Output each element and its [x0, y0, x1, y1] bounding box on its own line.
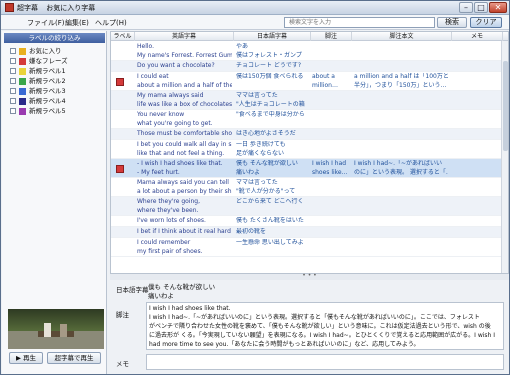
detail-memo-label: メモ — [116, 360, 129, 368]
column-header-english[interactable]: 英語字幕 — [135, 32, 234, 41]
label-sidebar: ラベルの絞り込み お気に入り 嫌なフレーズ 新規ラベル1 新規ラベル2 新規ラベ… — [2, 31, 107, 374]
cell-english: - I wish I had shoes like that. - My fee… — [137, 160, 223, 176]
scroll-thumb[interactable] — [503, 61, 508, 151]
cell-japanese: 一生懸命 思い出してみよ — [236, 239, 304, 246]
minimize-button[interactable]: – — [459, 2, 473, 13]
cell-japanese: 最初の靴を — [236, 228, 267, 235]
maximize-button[interactable]: □ — [474, 2, 488, 13]
label-color-swatch — [19, 98, 26, 105]
column-header-japanese[interactable]: 日本語字幕 — [234, 32, 311, 41]
table-row[interactable]: Where they're going, where they've been.… — [111, 197, 508, 216]
cell-english: I could remember my first pair of shoes. — [137, 239, 203, 255]
cell-english: I could eat about a million and a half o… — [137, 73, 232, 89]
table-row[interactable]: I could remember my first pair of shoes.… — [111, 238, 508, 257]
label-color-swatch — [19, 68, 26, 75]
cell-english: I bet you could walk all day in sl like … — [137, 141, 232, 157]
column-header-note[interactable]: 脚注 — [311, 32, 352, 41]
subtitle-table: ラベル 英語字幕 日本語字幕 脚注 脚注本文 メモ Hello. My name… — [110, 31, 509, 274]
table-header: ラベル 英語字幕 日本語字幕 脚注 脚注本文 メモ — [111, 32, 508, 41]
checkbox[interactable] — [10, 68, 16, 74]
window-title: 超字幕 お気に入り字幕 — [17, 3, 95, 13]
play-button[interactable]: ▶ 再生 — [9, 352, 43, 364]
cell-english: My mama always said life was like a box … — [137, 92, 232, 108]
cell-japanese: はき心地がよさそうだ — [236, 130, 296, 137]
table-row[interactable]: I bet if I think about it real hard 最初の靴を — [111, 227, 508, 238]
cell-english: I bet if I think about it real hard — [137, 228, 231, 235]
cell-japanese: 僕も そんな靴が欲しい 痛いわよ — [236, 160, 298, 176]
table-row[interactable]: You never know what you're going to get.… — [111, 110, 508, 129]
label-color-swatch — [19, 58, 26, 65]
label-color-swatch — [19, 108, 26, 115]
label-filter-header: ラベルの絞り込み — [4, 33, 105, 43]
cell-japanese: チョコレート どうです? — [236, 62, 302, 69]
cell-japanese: やあ 僕はフォレスト・ガンプ — [236, 43, 302, 59]
cell-japanese: どこから来て どこへ行く — [236, 198, 304, 205]
detail-ja-label: 日本語字幕 — [116, 286, 149, 294]
checkbox[interactable] — [10, 48, 16, 54]
detail-pane: 日本語字幕 僕も そんな靴が欲しい 痛いわよ 脚注 I wish I had s… — [110, 280, 509, 374]
row-label-swatch — [116, 164, 124, 173]
checkbox[interactable] — [10, 78, 16, 84]
label-color-swatch — [19, 78, 26, 85]
table-row[interactable]: I bet you could walk all day in sl like … — [111, 140, 508, 159]
cell-english: Where they're going, where they've been. — [137, 198, 201, 214]
app-name: 超字幕 — [17, 4, 38, 12]
checkbox[interactable] — [10, 58, 16, 64]
detail-ja-text: 僕も そんな靴が欲しい 痛いわよ — [148, 283, 216, 300]
memo-field[interactable] — [146, 354, 504, 370]
table-row[interactable]: Hello. My name's Forrest. Forrest Gum やあ … — [111, 42, 508, 61]
cell-japanese: ママは言ってた "人生はチョコレートの箱 — [236, 92, 305, 108]
search-button[interactable]: 検索 — [437, 17, 467, 28]
title-bar: 超字幕 お気に入り字幕 – □ ✕ — [1, 1, 509, 15]
column-header-memo[interactable]: メモ — [452, 32, 503, 41]
cell-english: Hello. My name's Forrest. Forrest Gum — [137, 43, 232, 59]
cell-japanese: "食べるまで中身は分から — [236, 111, 305, 118]
detail-note-box: I wish I had shoes like that. I wish I h… — [146, 302, 504, 350]
menu-file[interactable]: ファイル(F) — [27, 18, 65, 28]
table-row[interactable]: Those must be comfortable shoe はき心地がよさそうだ — [111, 129, 508, 140]
column-header-note-text[interactable]: 脚注本文 — [352, 32, 452, 41]
menu-edit[interactable]: 編集(E) — [65, 18, 89, 28]
cell-english: I've worn lots of shoes. — [137, 217, 206, 224]
cell-note-text: I wish I had~.「~があればいい のに」という表現。 選択すると「… — [354, 160, 448, 176]
table-row[interactable]: Mama always said you can tell a lot abou… — [111, 178, 508, 197]
table-row[interactable]: My mama always said life was like a box … — [111, 91, 508, 110]
cell-english: You never know what you're going to get. — [137, 111, 213, 127]
app-window: 超字幕 お気に入り字幕 – □ ✕ ファイル(F) 編集(E) ヘルプ(H) 検… — [0, 0, 510, 375]
cell-japanese: ママは言ってた "靴で人が分かる"って — [236, 179, 296, 195]
star-icon — [19, 48, 26, 55]
checkbox[interactable] — [10, 108, 16, 114]
document-title: お気に入り字幕 — [46, 4, 96, 12]
row-label-swatch — [116, 77, 124, 86]
table-row[interactable]: I've worn lots of shoes. 僕も たくさん靴をはいた — [111, 216, 508, 227]
search-input[interactable] — [284, 17, 435, 28]
cell-japanese: 僕は150万個 食べられる — [236, 73, 304, 80]
label-color-swatch — [19, 88, 26, 95]
table-row[interactable]: - I wish I had shoes like that. - My fee… — [111, 159, 508, 178]
app-icon — [5, 3, 14, 12]
checkbox[interactable] — [10, 98, 16, 104]
video-thumbnail[interactable] — [8, 309, 104, 349]
cell-english: Mama always said you can tell a lot abou… — [137, 179, 232, 195]
column-header-label[interactable]: ラベル — [111, 32, 135, 41]
cell-english: Those must be comfortable shoe — [137, 130, 232, 137]
detail-note-text: I wish I had shoes like that. I wish I h… — [149, 305, 496, 348]
detail-note-label: 脚注 — [116, 311, 129, 319]
play-with-subs-button[interactable]: 超字幕で再生 — [47, 352, 101, 364]
close-button[interactable]: ✕ — [489, 2, 507, 13]
cell-note-text: a million and a half は「100万と 半分」，つまり「150… — [354, 73, 448, 89]
cell-japanese: 僕も たくさん靴をはいた — [236, 217, 304, 224]
table-row[interactable]: Do you want a chocolate? チョコレート どうです? — [111, 61, 508, 72]
table-scrollbar[interactable] — [501, 41, 508, 273]
cell-note: about a million… — [312, 73, 338, 89]
menu-help[interactable]: ヘルプ(H) — [95, 18, 127, 28]
clear-button[interactable]: クリア — [470, 17, 502, 28]
cell-note: I wish I had shoes like… — [312, 160, 348, 176]
cell-japanese: 一日 歩き続けても 足が痛くならない — [236, 141, 286, 157]
table-row[interactable]: I could eat about a million and a half o… — [111, 72, 508, 91]
cell-english: Do you want a chocolate? — [137, 62, 215, 69]
checkbox[interactable] — [10, 88, 16, 94]
